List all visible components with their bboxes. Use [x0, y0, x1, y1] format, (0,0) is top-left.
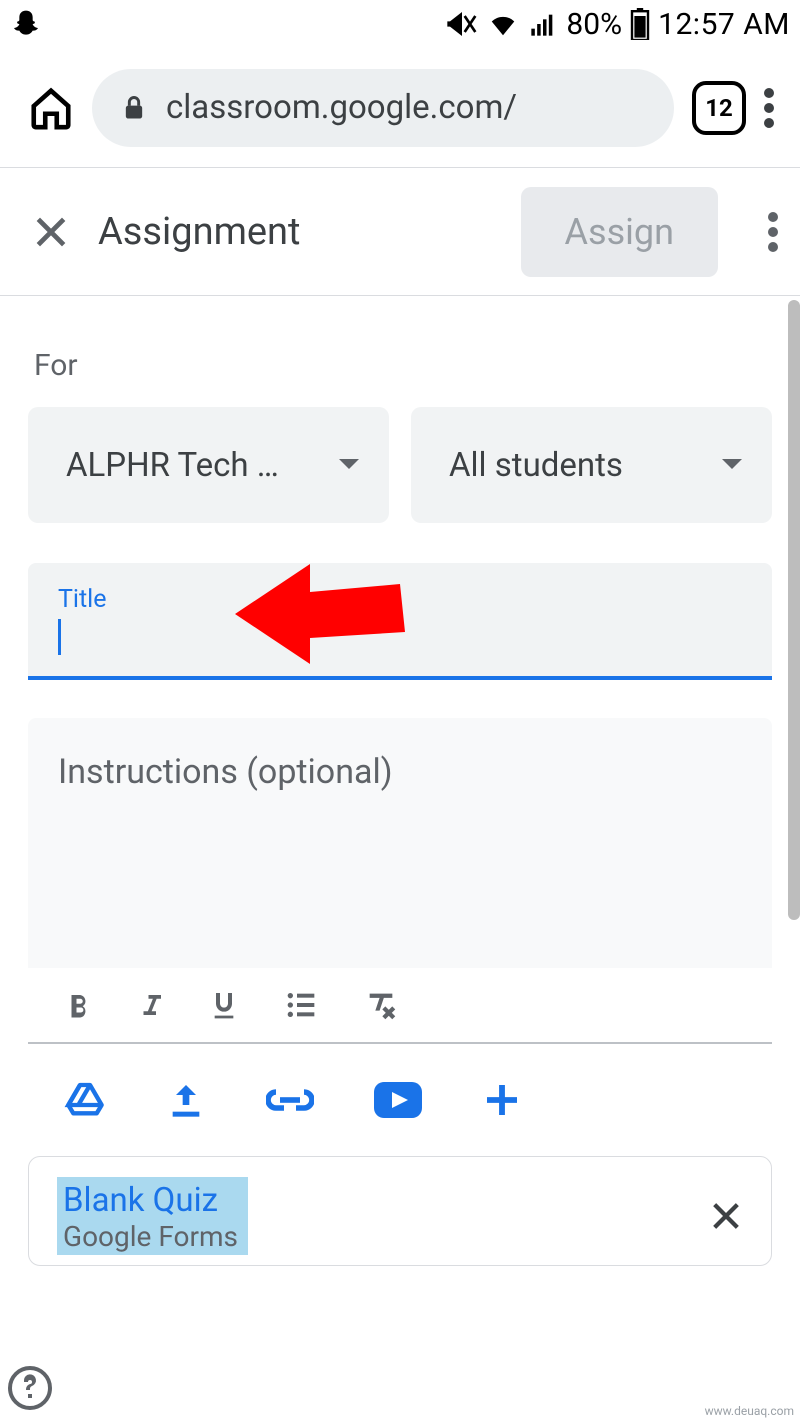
status-bar: 80% 12:57 AM — [0, 0, 800, 48]
tabs-button[interactable]: 12 — [692, 81, 746, 135]
close-icon[interactable] — [32, 213, 70, 251]
assign-button[interactable]: Assign — [521, 187, 719, 277]
youtube-icon[interactable] — [374, 1082, 422, 1118]
instructions-field[interactable]: Instructions (optional) — [28, 718, 772, 968]
attachment-title: Blank Quiz — [63, 1181, 238, 1220]
bullet-list-icon[interactable] — [282, 989, 320, 1021]
url-text: classroom.google.com/ — [166, 88, 517, 127]
watermark: www.deuaq.com — [705, 1404, 794, 1418]
italic-icon[interactable] — [136, 987, 166, 1023]
audience-selector[interactable]: All students — [411, 407, 772, 523]
attachment-card[interactable]: Blank Quiz Google Forms — [28, 1156, 772, 1266]
add-icon[interactable] — [482, 1080, 522, 1120]
signal-icon — [528, 10, 558, 38]
battery-percent: 80% — [566, 7, 622, 42]
home-icon[interactable] — [28, 85, 74, 131]
page-title: Assignment — [98, 210, 493, 254]
clear-format-icon[interactable] — [362, 988, 400, 1022]
underline-icon[interactable] — [208, 986, 240, 1024]
clock: 12:57 AM — [658, 7, 790, 42]
class-selector[interactable]: ALPHR Tech … — [28, 407, 389, 523]
attachment-subtitle: Google Forms — [63, 1220, 238, 1253]
vibrate-icon — [446, 8, 478, 40]
chevron-down-icon — [720, 457, 744, 473]
link-icon[interactable] — [266, 1086, 314, 1114]
text-caret — [58, 619, 61, 655]
form-content: For ALPHR Tech … All students Title Inst… — [0, 296, 800, 1266]
remove-attachment-icon[interactable] — [709, 1199, 743, 1233]
attach-row — [28, 1044, 772, 1156]
scrollbar[interactable] — [788, 300, 800, 920]
help-button[interactable] — [6, 1364, 54, 1416]
app-header: Assignment Assign — [0, 168, 800, 296]
lock-icon — [120, 92, 148, 124]
class-selector-text: ALPHR Tech … — [66, 446, 279, 485]
title-label: Title — [58, 585, 742, 614]
snapchat-icon — [10, 8, 42, 40]
drive-icon[interactable] — [64, 1080, 106, 1120]
chevron-down-icon — [337, 457, 361, 473]
browser-menu-icon[interactable] — [764, 86, 774, 130]
upload-icon[interactable] — [166, 1080, 206, 1120]
more-menu-icon[interactable] — [768, 210, 778, 254]
title-input[interactable] — [58, 614, 742, 660]
title-field[interactable]: Title — [28, 563, 772, 680]
address-bar[interactable]: classroom.google.com/ — [92, 69, 674, 147]
battery-icon — [630, 8, 650, 40]
audience-selector-text: All students — [449, 446, 623, 485]
wifi-icon — [486, 9, 520, 39]
bold-icon[interactable] — [64, 987, 94, 1023]
format-toolbar — [28, 968, 772, 1044]
for-label: For — [34, 348, 772, 383]
browser-toolbar: classroom.google.com/ 12 — [0, 48, 800, 168]
